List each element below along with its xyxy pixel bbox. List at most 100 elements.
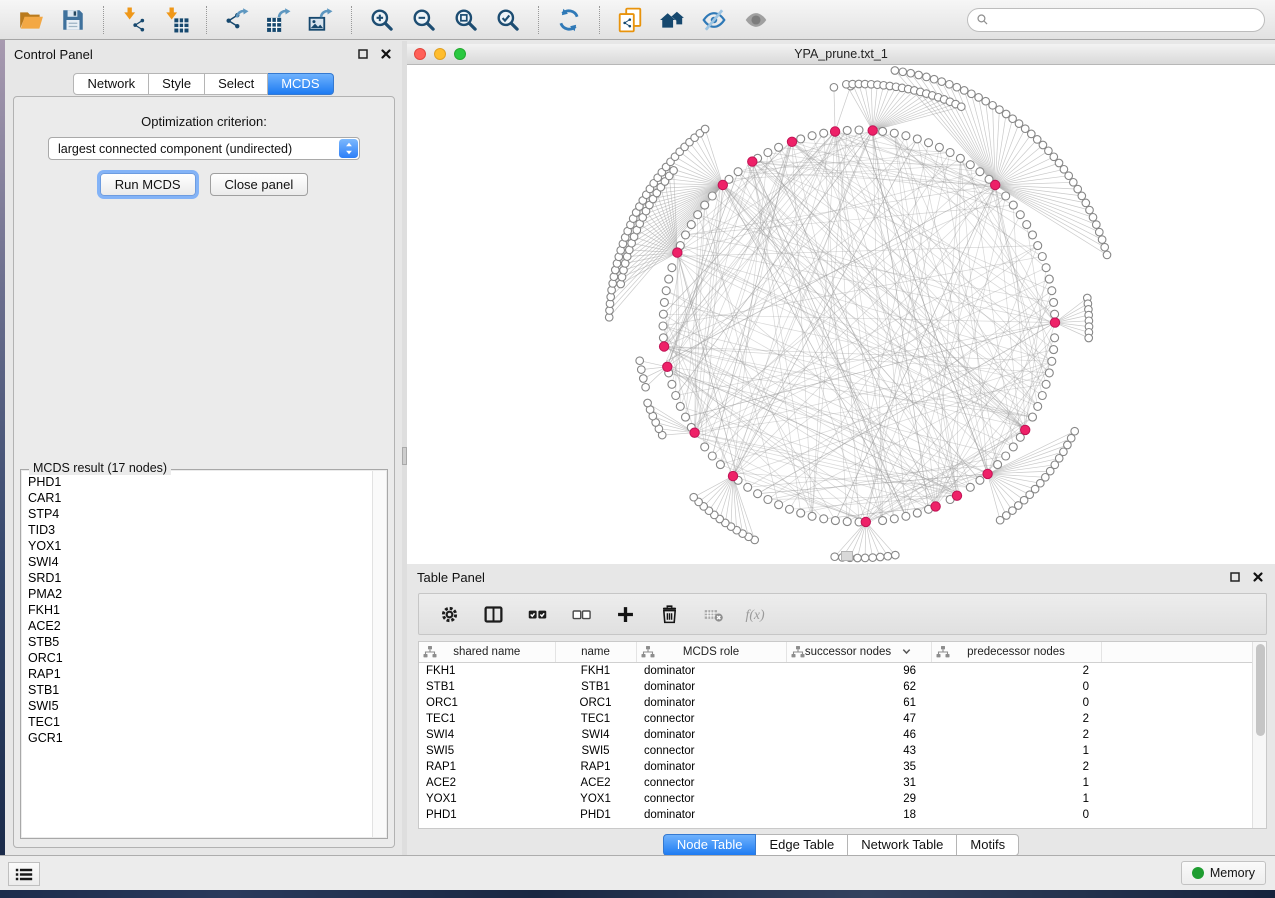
mcds-result-item[interactable]: SWI4	[22, 554, 372, 570]
create-column-button[interactable]	[612, 601, 638, 627]
mcds-result-item[interactable]: YOX1	[22, 538, 372, 554]
apply-layout-button[interactable]	[553, 4, 585, 36]
cell[interactable]: SWI4	[419, 727, 555, 743]
cell[interactable]: 2	[931, 711, 1101, 727]
cell[interactable]: 1	[931, 775, 1101, 791]
cell[interactable]: dominator	[636, 759, 786, 775]
cell[interactable]: 29	[786, 791, 931, 807]
cell[interactable]: ACE2	[555, 775, 636, 791]
mcds-result-item[interactable]: RAP1	[22, 666, 372, 682]
mcds-result-item[interactable]: SRD1	[22, 570, 372, 586]
search-input[interactable]	[994, 12, 1256, 28]
cell[interactable]: ORC1	[555, 695, 636, 711]
cell[interactable]: YOX1	[555, 791, 636, 807]
cell[interactable]: connector	[636, 743, 786, 759]
tab-node-table[interactable]: Node Table	[663, 834, 757, 856]
import-network-button[interactable]	[118, 4, 150, 36]
cell[interactable]: 62	[786, 679, 931, 695]
cell[interactable]: 35	[786, 759, 931, 775]
cell[interactable]: SWI5	[419, 743, 555, 759]
first-neighbors-button[interactable]	[656, 4, 688, 36]
mcds-result-item[interactable]: ACE2	[22, 618, 372, 634]
cell[interactable]: dominator	[636, 807, 786, 823]
tab-motifs[interactable]: Motifs	[957, 834, 1019, 856]
zoom-fit-button[interactable]	[450, 4, 482, 36]
delete-columns-button[interactable]	[656, 601, 682, 627]
cell[interactable]: STB1	[419, 679, 555, 695]
cell[interactable]: 61	[786, 695, 931, 711]
mcds-result-item[interactable]: ORC1	[22, 650, 372, 666]
column-header-name[interactable]: name	[555, 642, 636, 663]
table-scrollbar[interactable]	[1252, 642, 1266, 828]
cell[interactable]: 46	[786, 727, 931, 743]
cell[interactable]: TEC1	[555, 711, 636, 727]
close-panel-icon[interactable]	[379, 47, 393, 61]
cell[interactable]: 0	[931, 807, 1101, 823]
cell[interactable]: RAP1	[555, 759, 636, 775]
show-all-button[interactable]	[740, 4, 772, 36]
cell[interactable]: 43	[786, 743, 931, 759]
toggle-panel-layout-button[interactable]	[480, 601, 506, 627]
close-window-icon[interactable]	[414, 48, 426, 60]
import-table-button[interactable]	[160, 4, 192, 36]
cell[interactable]: dominator	[636, 727, 786, 743]
open-file-button[interactable]	[15, 4, 47, 36]
cell[interactable]: 96	[786, 663, 931, 680]
export-image-button[interactable]	[305, 4, 337, 36]
mcds-result-item[interactable]: SWI5	[22, 698, 372, 714]
mcds-result-item[interactable]: STB1	[22, 682, 372, 698]
mcds-result-item[interactable]: STP4	[22, 506, 372, 522]
table-settings-button[interactable]	[436, 601, 462, 627]
mcds-result-item[interactable]: GCR1	[22, 730, 372, 746]
column-header-mcds-role[interactable]: MCDS role	[636, 642, 786, 663]
zoom-selected-button[interactable]	[492, 4, 524, 36]
tab-select[interactable]: Select	[205, 73, 268, 95]
close-panel-button[interactable]: Close panel	[210, 173, 309, 196]
maximize-window-icon[interactable]	[454, 48, 466, 60]
cell[interactable]: FKH1	[419, 663, 555, 680]
cell[interactable]: 1	[931, 743, 1101, 759]
cell[interactable]: FKH1	[555, 663, 636, 680]
cell[interactable]: PHD1	[419, 807, 555, 823]
result-scrollbar[interactable]	[372, 471, 386, 837]
zoom-out-button[interactable]	[408, 4, 440, 36]
cell[interactable]: connector	[636, 775, 786, 791]
column-header-successor-nodes[interactable]: successor nodes	[786, 642, 931, 663]
cell[interactable]: PHD1	[555, 807, 636, 823]
cell[interactable]: ORC1	[419, 695, 555, 711]
column-header-predecessor-nodes[interactable]: predecessor nodes	[931, 642, 1101, 663]
table-scrollbar-thumb[interactable]	[1256, 644, 1265, 736]
sort-chevron-down-icon[interactable]	[901, 646, 912, 657]
save-session-button[interactable]	[57, 4, 89, 36]
cell[interactable]: dominator	[636, 663, 786, 680]
export-network-button[interactable]	[221, 4, 253, 36]
cell[interactable]: 2	[931, 663, 1101, 680]
hide-selected-button[interactable]	[698, 4, 730, 36]
tab-network[interactable]: Network	[73, 73, 149, 95]
cell[interactable]: SWI4	[555, 727, 636, 743]
cell[interactable]: 31	[786, 775, 931, 791]
minimize-window-icon[interactable]	[434, 48, 446, 60]
cell[interactable]: connector	[636, 711, 786, 727]
close-table-panel-icon[interactable]	[1251, 570, 1265, 584]
mcds-result-item[interactable]: FKH1	[22, 602, 372, 618]
tab-style[interactable]: Style	[149, 73, 205, 95]
cell[interactable]: RAP1	[419, 759, 555, 775]
zoom-in-button[interactable]	[366, 4, 398, 36]
cell[interactable]: dominator	[636, 679, 786, 695]
cell[interactable]: SWI5	[555, 743, 636, 759]
optimization-criterion-select[interactable]: largest connected component (undirected)	[48, 137, 360, 160]
deselect-all-button[interactable]	[568, 601, 594, 627]
horizontal-splitter-handle[interactable]	[841, 551, 853, 561]
float-panel-icon[interactable]	[356, 47, 370, 61]
cell[interactable]: TEC1	[419, 711, 555, 727]
select-all-button[interactable]	[524, 601, 550, 627]
cell[interactable]: 2	[931, 759, 1101, 775]
mcds-result-item[interactable]: PMA2	[22, 586, 372, 602]
cell[interactable]: ACE2	[419, 775, 555, 791]
tab-network-table[interactable]: Network Table	[848, 834, 957, 856]
cell[interactable]: 18	[786, 807, 931, 823]
export-table-button[interactable]	[263, 4, 295, 36]
cell[interactable]: 0	[931, 679, 1101, 695]
network-view[interactable]	[407, 64, 1275, 564]
